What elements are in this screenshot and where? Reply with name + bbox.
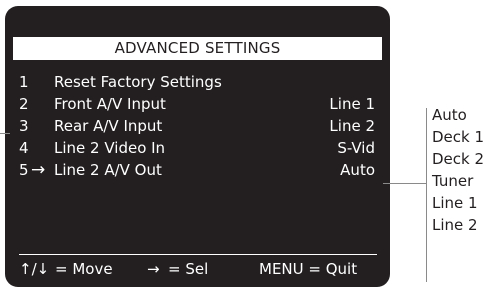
move-hint: = Move (55, 260, 113, 278)
menu-item-label: Front A/V Input (54, 95, 166, 113)
menu-item-value: S-Vid (337, 139, 375, 157)
menu-item-label: Rear A/V Input (54, 117, 163, 135)
option-auto: Auto (432, 106, 467, 124)
menu-item-label: Reset Factory Settings (54, 73, 222, 91)
menu-item-value: Line 1 (329, 95, 375, 113)
menu-item-number: 3 (19, 117, 29, 135)
av-out-options-list: Auto Deck 1 Deck 2 Tuner Line 1 Line 2 (432, 104, 484, 236)
menu-item-number: 4 (19, 139, 29, 157)
diagram-stage: ADVANCED SETTINGS 1 Reset Factory Settin… (0, 0, 499, 292)
menu-item-reset-factory-settings[interactable]: 1 Reset Factory Settings (5, 72, 390, 92)
menu-item-line2-video-in[interactable]: 4 Line 2 Video In S-Vid (5, 138, 390, 158)
tv-screen: ADVANCED SETTINGS 1 Reset Factory Settin… (5, 6, 390, 287)
option-line-2: Line 2 (432, 216, 478, 234)
menu-item-number: 5 (19, 161, 29, 179)
callout-line-left (0, 133, 10, 134)
selection-cursor-icon: → (31, 160, 46, 180)
menu-title: ADVANCED SETTINGS (114, 39, 281, 57)
option-line-1: Line 1 (432, 194, 478, 212)
option-deck-2: Deck 2 (432, 150, 485, 168)
menu-quit-hint: MENU = Quit (259, 260, 358, 278)
menu-item-label: Line 2 Video In (54, 139, 166, 157)
option-deck-1: Deck 1 (432, 128, 485, 146)
menu-item-rear-av-input[interactable]: 3 Rear A/V Input Line 2 (5, 116, 390, 136)
menu-item-front-av-input[interactable]: 2 Front A/V Input Line 1 (5, 94, 390, 114)
up-down-arrows-icon: ↑/↓ (19, 260, 50, 278)
menu-item-number: 2 (19, 95, 29, 113)
menu-item-value: Auto (340, 161, 375, 179)
option-tuner: Tuner (432, 172, 474, 190)
menu-item-line2-av-out[interactable]: 5 → Line 2 A/V Out Auto (5, 160, 390, 180)
callout-line-right (383, 183, 427, 184)
right-arrow-icon: → (147, 260, 160, 278)
footer-divider (19, 254, 377, 255)
options-bracket (426, 108, 427, 282)
select-hint: = Sel (168, 260, 209, 278)
menu-item-value: Line 2 (329, 117, 375, 135)
menu-header: ADVANCED SETTINGS (13, 37, 382, 62)
menu-item-number: 1 (19, 73, 29, 91)
menu-item-label: Line 2 A/V Out (54, 161, 162, 179)
